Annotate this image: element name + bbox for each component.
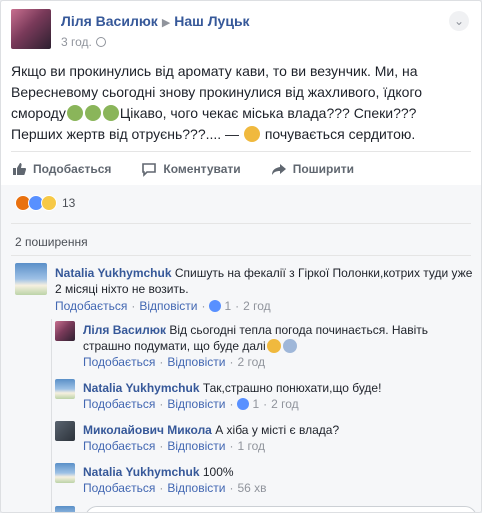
reply-like-link[interactable]: Подобається xyxy=(83,355,155,369)
post-header: Ліля Василюк ▶ Наш Луцьк 3 год. ⌄ xyxy=(11,9,471,57)
shares-link[interactable]: 2 поширення xyxy=(15,235,88,249)
sad-reaction-icon xyxy=(41,195,57,211)
reply-body: Natalia Yukhymchuk Так,страшно понюхати,… xyxy=(83,380,475,396)
reply-reply-link[interactable]: Відповісти xyxy=(167,439,225,453)
replier-avatar[interactable] xyxy=(55,463,75,483)
comment-like-link[interactable]: Подобається xyxy=(55,299,127,313)
reply-body: Миколайович Микола А хіба у місті є влад… xyxy=(83,422,475,438)
comment-button[interactable]: Коментувати xyxy=(141,161,241,177)
reply-like-count: 1 xyxy=(252,397,260,411)
replier-name[interactable]: Миколайович Микола xyxy=(83,423,212,437)
reply-thread-line xyxy=(51,319,52,512)
commenter-avatar[interactable] xyxy=(15,263,47,295)
current-user-avatar xyxy=(55,506,75,512)
author-avatar[interactable] xyxy=(11,9,51,49)
like-badge-icon xyxy=(209,300,222,312)
author-name[interactable]: Ліля Василюк xyxy=(61,13,158,29)
reply-composer xyxy=(55,506,477,512)
reply-actions: Подобається · Відповісти · 1 год xyxy=(83,439,265,453)
sick-emoji-icon xyxy=(102,105,119,121)
reply-text: А хіба у місті є влада? xyxy=(215,423,340,437)
reactions-summary[interactable]: 13 xyxy=(15,195,75,211)
comment-time[interactable]: 2 год xyxy=(243,299,271,313)
reply: Ліля Василюк Від сьогодні тепла погода п… xyxy=(55,321,475,371)
reply-time[interactable]: 56 хв xyxy=(237,481,266,495)
replier-name[interactable]: Natalia Yukhymchuk xyxy=(83,381,200,395)
share-arrow-icon xyxy=(271,164,286,175)
reactions-count: 13 xyxy=(62,196,76,210)
reply-text: Так,страшно понюхати,що буде! xyxy=(202,381,382,395)
reply: Natalia Yukhymchuk Так,страшно понюхати,… xyxy=(55,379,475,415)
reply-body: Ліля Василюк Від сьогодні тепла погода п… xyxy=(83,322,475,354)
post-card: Ліля Василюк ▶ Наш Луцьк 3 год. ⌄ Якщо ви … xyxy=(0,0,482,513)
reply-actions: Подобається · Відповісти · 1 · 2 год xyxy=(83,397,299,411)
like-button[interactable]: Подобається xyxy=(11,161,111,177)
share-label: Поширити xyxy=(292,162,354,176)
comment-like-count: 1 xyxy=(224,299,232,313)
reply-body: Natalia Yukhymchuk 100% xyxy=(83,464,475,480)
reply-like-link[interactable]: Подобається xyxy=(83,397,155,411)
author-line: Ліля Василюк ▶ Наш Луцьк xyxy=(61,13,250,29)
reply-reply-link[interactable]: Відповісти xyxy=(167,355,225,369)
reply-time[interactable]: 2 год xyxy=(271,397,299,411)
post-time[interactable]: 3 год. xyxy=(61,35,92,49)
screaming-emoji-icon xyxy=(266,339,281,353)
comment-label: Коментувати xyxy=(163,162,241,176)
divider xyxy=(11,151,471,152)
comment: Natalia Yukhymchuk Спишуть на фекалії з … xyxy=(15,263,475,313)
reply-reply-link[interactable]: Відповісти xyxy=(167,481,225,495)
like-badge-icon xyxy=(237,398,250,410)
reply: Natalia Yukhymchuk 100% Подобається · Відп… xyxy=(55,463,475,499)
reply-time[interactable]: 2 год xyxy=(237,355,265,369)
divider xyxy=(11,223,471,224)
angry-emoji-icon xyxy=(243,126,260,142)
reply-input[interactable] xyxy=(85,506,477,512)
reply: Миколайович Микола А хіба у місті є влад… xyxy=(55,421,475,457)
group-name[interactable]: Наш Луцьк xyxy=(174,13,249,29)
replier-name[interactable]: Natalia Yukhymchuk xyxy=(83,465,200,479)
reply-time[interactable]: 1 год xyxy=(237,439,265,453)
divider xyxy=(11,255,471,256)
chevron-down-icon[interactable]: ⌄ xyxy=(449,11,469,31)
action-bar: Подобається Коментувати Поширити xyxy=(11,153,471,185)
post-meta: 3 год. xyxy=(61,35,106,49)
reply-like-link[interactable]: Подобається xyxy=(83,481,155,495)
reply-like-link[interactable]: Подобається xyxy=(83,439,155,453)
reply-actions: Подобається · Відповісти · 2 год xyxy=(83,355,265,369)
sick-emoji-icon xyxy=(84,105,101,121)
globe-icon xyxy=(95,37,106,47)
reply-text: 100% xyxy=(202,465,234,479)
post-text: Якщо ви прокинулись від аромату кави, то… xyxy=(11,61,471,145)
caret-right-icon: ▶ xyxy=(161,17,171,29)
comment-actions: Подобається · Відповісти · 1 · 2 год xyxy=(55,299,271,313)
commenter-name[interactable]: Natalia Yukhymchuk xyxy=(55,266,172,280)
like-label: Подобається xyxy=(33,162,112,176)
thumbs-up-icon xyxy=(13,163,26,175)
sick-emoji-icon xyxy=(66,105,83,121)
share-button[interactable]: Поширити xyxy=(271,161,354,177)
replier-avatar[interactable] xyxy=(55,421,75,441)
fearful-emoji-icon xyxy=(282,339,297,353)
comment-reply-link[interactable]: Відповісти xyxy=(139,299,197,313)
reply-actions: Подобається · Відповісти · 56 хв xyxy=(83,481,267,495)
replier-name[interactable]: Ліля Василюк xyxy=(83,323,166,337)
reply-reply-link[interactable]: Відповісти xyxy=(167,397,225,411)
replier-avatar[interactable] xyxy=(55,379,75,399)
replier-avatar[interactable] xyxy=(55,321,75,341)
comment-body: Natalia Yukhymchuk Спишуть на фекалії з … xyxy=(55,265,473,297)
comment-icon xyxy=(142,163,157,177)
feeling-text: почувається сердитою. xyxy=(260,126,416,142)
